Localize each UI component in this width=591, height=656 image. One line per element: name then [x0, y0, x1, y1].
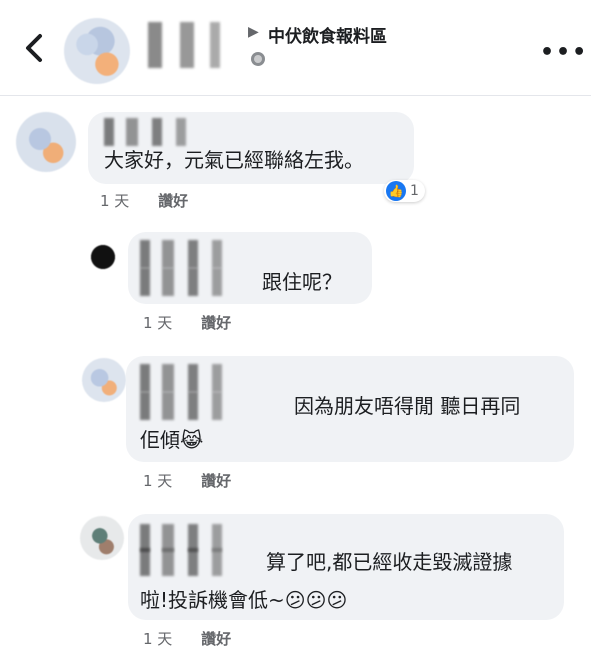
like-reaction-icon: 👍 [386, 181, 406, 201]
comment-meta: 1 天 讚好 [143, 470, 231, 491]
comment-text: 大家好，元氣已經聯絡左我。 [104, 148, 364, 172]
group-name[interactable]: 中伏飲食報料區 [268, 22, 387, 47]
commenter-name-blurred[interactable] [104, 118, 188, 146]
comment-time: 1 天 [143, 314, 173, 332]
author-avatar[interactable] [64, 18, 130, 84]
comment-text: 因為朋友唔得閒 聽日再同 [294, 394, 521, 418]
comment-meta: 1 天 讚好 [100, 190, 188, 211]
like-button[interactable]: 讚好 [201, 314, 231, 332]
comment-meta: 1 天 讚好 [143, 312, 231, 333]
chevron-left-icon[interactable] [22, 30, 46, 66]
reaction-summary[interactable]: 👍 1 [384, 180, 425, 202]
commenter-avatar[interactable] [82, 236, 124, 278]
comment-text: 佢傾😹 [140, 428, 204, 452]
comment-text: 跟住呢？ [262, 270, 342, 294]
commenter-name-blurred[interactable] [140, 240, 260, 268]
like-button[interactable]: 讚好 [158, 192, 188, 210]
comment-meta: 1 天 讚好 [143, 628, 231, 649]
comment-text: 啦!投訴機會低~😕😕😕 [140, 588, 348, 612]
comment-text: 算了吧,都已經收走毀滅證據 [266, 550, 513, 574]
more-dots-icon[interactable]: ••• [540, 40, 588, 65]
commenter-avatar[interactable] [80, 516, 124, 560]
post-header: ▶ 中伏飲食報料區 ••• [0, 0, 591, 96]
comment-time: 1 天 [143, 630, 173, 648]
commenter-name-blurred[interactable] [140, 268, 256, 296]
commenter-avatar[interactable] [16, 112, 76, 172]
commenter-name-blurred[interactable] [140, 392, 280, 420]
globe-icon [251, 52, 265, 66]
author-name-blurred[interactable] [140, 22, 240, 68]
commenter-name-blurred[interactable] [140, 548, 260, 576]
reaction-count: 1 [410, 183, 419, 199]
like-button[interactable]: 讚好 [201, 472, 231, 490]
like-button[interactable]: 讚好 [201, 630, 231, 648]
commenter-avatar[interactable] [82, 358, 126, 402]
commenter-name-blurred[interactable] [140, 364, 250, 392]
arrow-right-icon: ▶ [248, 24, 259, 40]
comment-time: 1 天 [100, 192, 130, 210]
comment-time: 1 天 [143, 472, 173, 490]
